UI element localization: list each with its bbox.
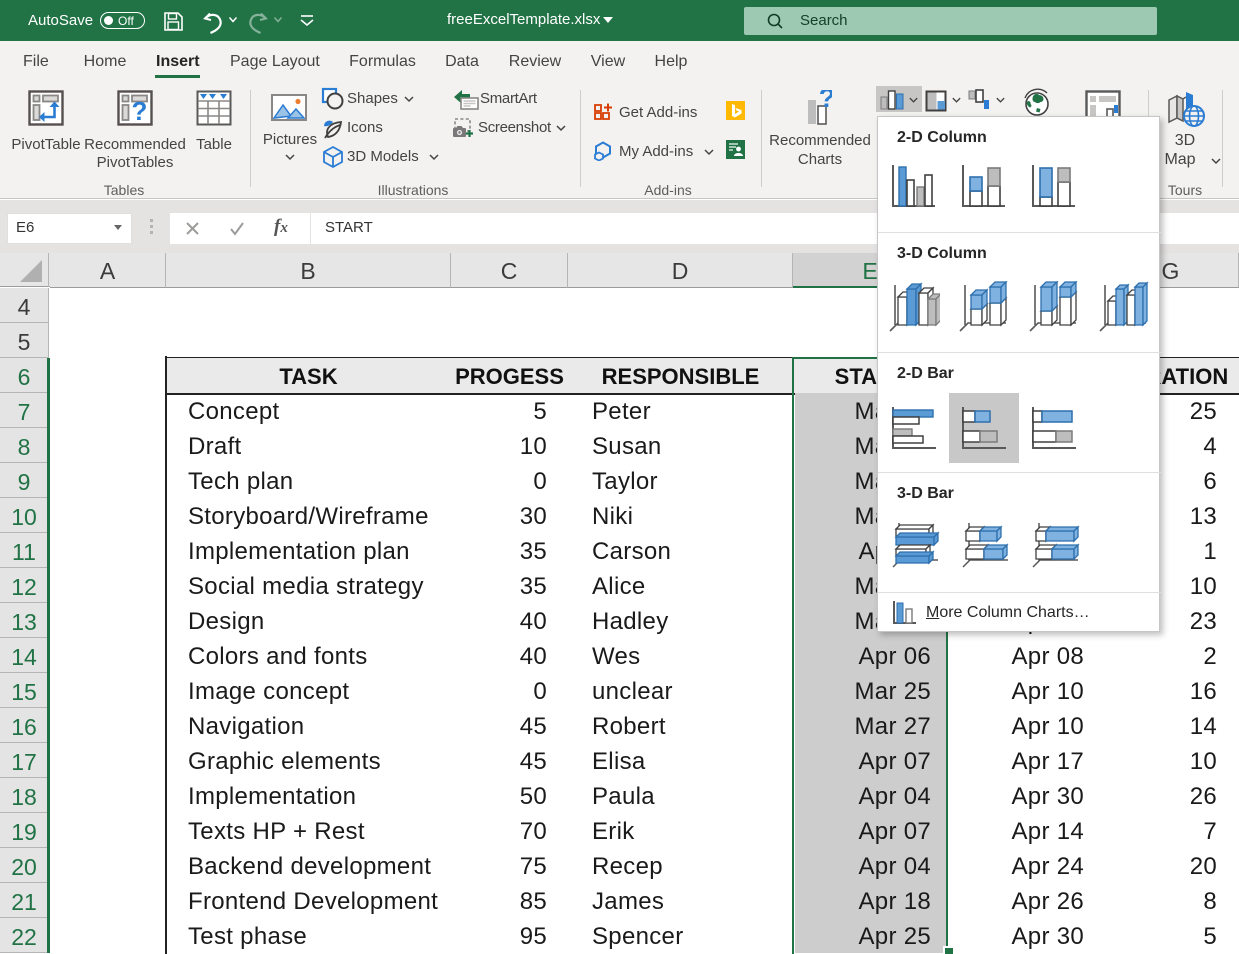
svg-text:?: ? <box>132 96 148 126</box>
svg-text:?: ? <box>819 90 832 113</box>
